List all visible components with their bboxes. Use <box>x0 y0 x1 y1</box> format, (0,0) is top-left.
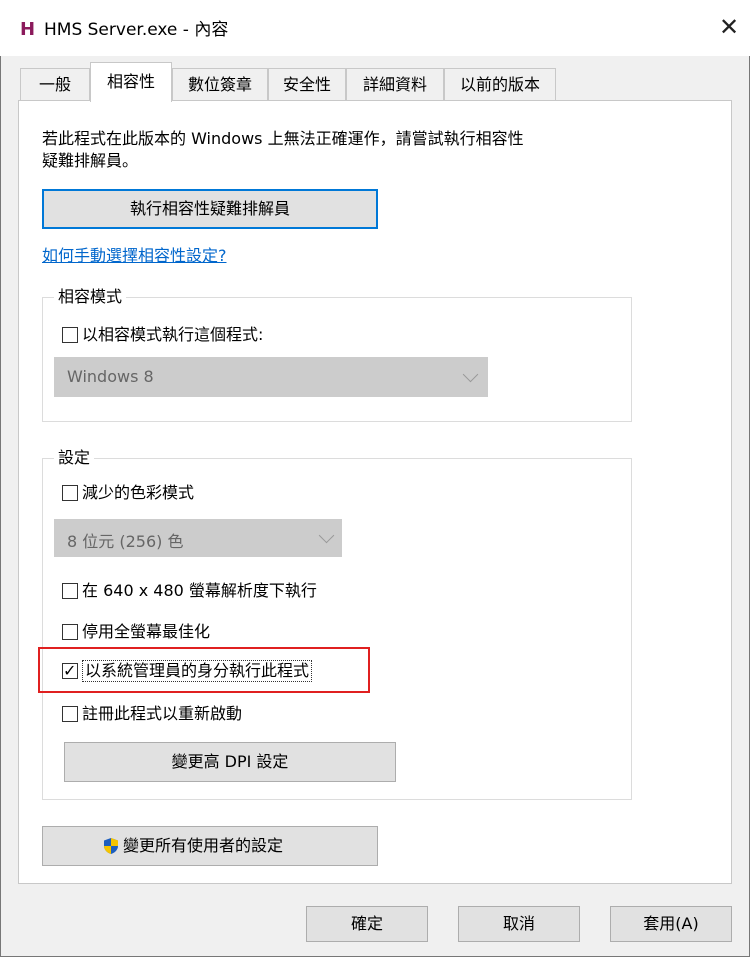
run-as-admin-checkbox[interactable]: ✓ <box>62 663 78 679</box>
tab-compatibility[interactable]: 相容性 <box>90 62 172 102</box>
reduced-color-label[interactable]: 減少的色彩模式 <box>82 482 194 504</box>
compat-mode-checkbox[interactable] <box>62 327 78 343</box>
tab-details[interactable]: 詳細資料 <box>346 68 444 100</box>
compat-mode-checkbox-label[interactable]: 以相容模式執行這個程式: <box>82 324 263 346</box>
disable-fullscreen-label[interactable]: 停用全螢幕最佳化 <box>82 621 210 643</box>
window-title: HMS Server.exe - 內容 <box>44 20 229 40</box>
app-logo-icon: H <box>20 19 36 40</box>
color-mode-select-value: 8 位元 (256) 色 <box>67 532 184 551</box>
apply-button[interactable]: 套用(A) <box>610 906 732 942</box>
manual-compat-link[interactable]: 如何手動選擇相容性設定? <box>42 242 227 266</box>
shield-icon <box>104 838 118 854</box>
tab-previous-versions[interactable]: 以前的版本 <box>444 68 556 100</box>
change-all-users-label: 變更所有使用者的設定 <box>123 836 284 855</box>
change-dpi-button[interactable]: 變更高 DPI 設定 <box>64 742 396 782</box>
chevron-down-icon <box>318 527 335 544</box>
register-restart-checkbox[interactable] <box>62 706 78 722</box>
compat-os-select-value: Windows 8 <box>67 367 154 386</box>
reduced-color-checkbox[interactable] <box>62 485 78 501</box>
close-icon[interactable]: ✕ <box>714 12 744 42</box>
intro-text-line2: 疑難排解員。 <box>42 151 139 170</box>
chevron-down-icon <box>462 366 479 383</box>
disable-fullscreen-checkbox[interactable] <box>62 624 78 640</box>
compat-os-select[interactable]: Windows 8 <box>54 357 488 397</box>
tab-digital-signatures[interactable]: 數位簽章 <box>172 68 268 100</box>
ok-button[interactable]: 確定 <box>306 906 428 942</box>
run-as-admin-label[interactable]: 以系統管理員的身分執行此程式 <box>82 660 313 682</box>
color-mode-select[interactable]: 8 位元 (256) 色 <box>54 519 342 557</box>
res-640-checkbox[interactable] <box>62 583 78 599</box>
res-640-label[interactable]: 在 640 x 480 螢幕解析度下執行 <box>82 580 317 602</box>
cancel-button[interactable]: 取消 <box>458 906 580 942</box>
intro-text-line1: 若此程式在此版本的 Windows 上無法正確運作，請嘗試執行相容性 <box>42 129 524 148</box>
tab-general[interactable]: 一般 <box>20 68 90 100</box>
tab-security[interactable]: 安全性 <box>268 68 346 100</box>
settings-group-label: 設定 <box>54 448 95 468</box>
compat-mode-group-label: 相容模式 <box>54 287 127 307</box>
register-restart-label[interactable]: 註冊此程式以重新啟動 <box>82 703 242 725</box>
checkmark-icon: ✓ <box>63 661 77 680</box>
change-all-users-button[interactable]: 變更所有使用者的設定 <box>42 826 378 866</box>
run-troubleshooter-button[interactable]: 執行相容性疑難排解員 <box>42 189 378 229</box>
